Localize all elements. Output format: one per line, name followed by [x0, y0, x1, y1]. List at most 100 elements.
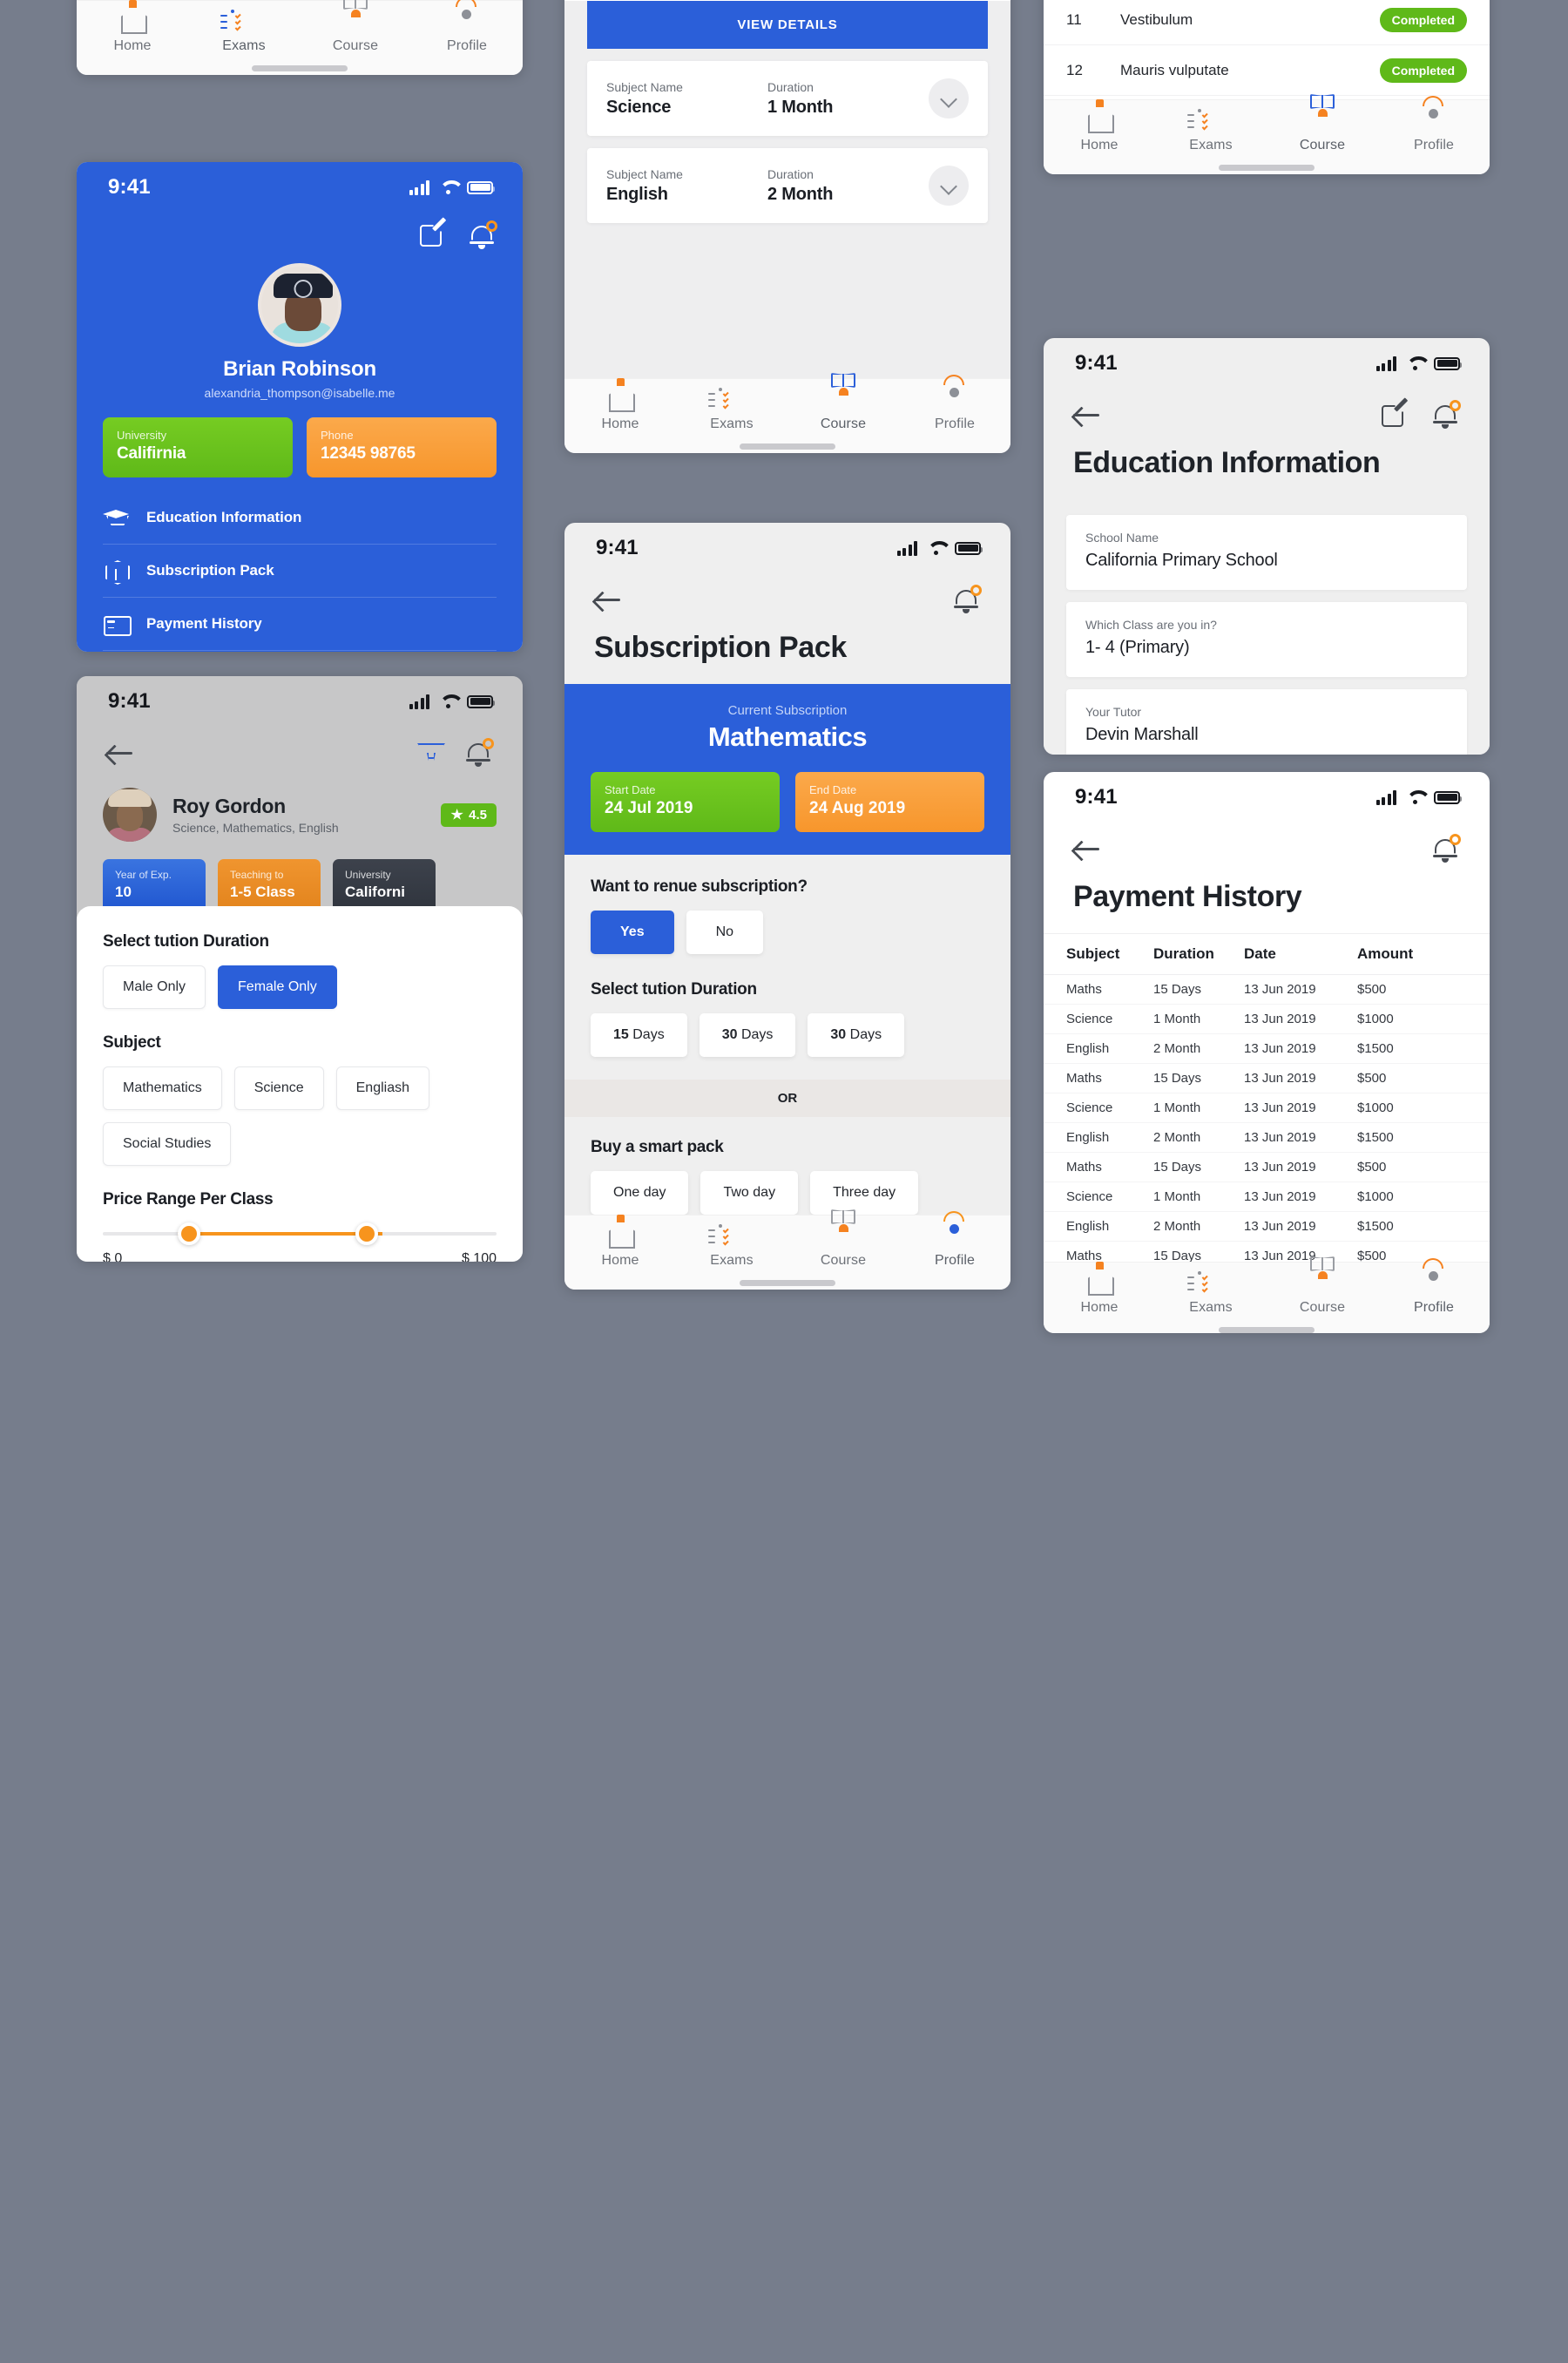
nav-item-exams[interactable]: Exams: [188, 10, 300, 54]
duration-unit: Days: [846, 1027, 882, 1042]
wifi-icon: [927, 541, 945, 555]
gender-option-row: Male Only Female Only: [103, 965, 497, 1009]
nav-item-exams[interactable]: Exams: [676, 1224, 787, 1269]
table-row[interactable]: 11 Vestibulum Completed: [1044, 0, 1490, 45]
dimmed-tutor-area: 9:41 Roy Gordon Science, Mathematics, En…: [77, 676, 523, 913]
nav-item-course[interactable]: Course: [1267, 1256, 1378, 1316]
edit-icon[interactable]: [1382, 397, 1409, 430]
current-subscription-hero: Current Subscription Mathematics Start D…: [564, 684, 1010, 855]
table-row[interactable]: English 2 Month 13 Jun 2019 $1500: [1044, 1123, 1490, 1153]
slider-knob-max[interactable]: [355, 1222, 378, 1245]
stat-label: Teaching to: [230, 869, 284, 881]
menu-item-subscription-pack[interactable]: Subscription Pack: [103, 545, 497, 598]
home-icon: [119, 10, 145, 34]
option-one-day[interactable]: One day: [591, 1171, 689, 1215]
cell-subject: Maths: [1066, 1160, 1102, 1175]
option-two-day[interactable]: Two day: [700, 1171, 799, 1215]
nav-item-course[interactable]: Course: [787, 373, 899, 432]
nav-item-profile[interactable]: Profile: [1378, 96, 1490, 153]
home-icon: [607, 1224, 633, 1249]
table-row[interactable]: Science 1 Month 13 Jun 2019 $1000: [1044, 1182, 1490, 1212]
back-icon[interactable]: [594, 590, 624, 611]
nav-item-home[interactable]: Home: [77, 10, 188, 54]
nav-item-home[interactable]: Home: [564, 1224, 676, 1269]
cell-subject: English: [1066, 1041, 1110, 1056]
notification-bell-icon[interactable]: [465, 738, 494, 768]
nav-item-profile[interactable]: Profile: [411, 0, 523, 54]
subject-card[interactable]: Subject Name English Duration 2 Month: [587, 148, 988, 223]
notification-bell-icon[interactable]: [469, 220, 497, 251]
notification-bell-icon[interactable]: [953, 585, 982, 615]
home-indicator: [740, 1280, 835, 1286]
table-row[interactable]: Maths 15 Days 13 Jun 2019 $500: [1044, 975, 1490, 1005]
course-icon: [830, 373, 856, 412]
field-school-name[interactable]: School Name California Primary School: [1066, 515, 1467, 590]
option-duration-30-days-b[interactable]: 30 Days: [808, 1013, 905, 1057]
subject-card[interactable]: Subject Name Science Duration 1 Month: [587, 61, 988, 136]
nav-item-course[interactable]: Course: [300, 0, 411, 54]
back-icon[interactable]: [106, 743, 136, 764]
home-icon: [1086, 109, 1112, 133]
option-male-only[interactable]: Male Only: [103, 965, 206, 1009]
subject-value: Science: [606, 97, 672, 117]
home-indicator: [1219, 1327, 1315, 1333]
option-duration-30-days-a[interactable]: 30 Days: [699, 1013, 796, 1057]
start-date-card: Start Date 24 Jul 2019: [591, 772, 780, 832]
stat-value: Californi: [345, 884, 405, 900]
chevron-down-icon[interactable]: [929, 78, 969, 118]
table-row[interactable]: 12 Mauris vulputate Completed: [1044, 45, 1490, 96]
option-science[interactable]: Science: [233, 1066, 324, 1110]
filter-icon[interactable]: [416, 741, 443, 766]
table-row[interactable]: English 2 Month 13 Jun 2019 $1500: [1044, 1034, 1490, 1064]
nav-item-course[interactable]: Course: [787, 1209, 899, 1269]
status-time: 9:41: [108, 175, 151, 199]
nav-item-home[interactable]: Home: [1044, 109, 1155, 153]
tutor-name: Roy Gordon: [172, 795, 286, 817]
nav-item-home[interactable]: Home: [564, 388, 676, 432]
back-icon[interactable]: [1073, 405, 1103, 426]
back-icon[interactable]: [1073, 839, 1103, 860]
menu-item-payment-history[interactable]: Payment History: [103, 598, 497, 651]
option-renew-yes[interactable]: Yes: [591, 911, 674, 954]
nav-item-exams[interactable]: Exams: [676, 388, 787, 432]
bottom-nav: Home Exams Course Profile: [1044, 94, 1490, 174]
option-female-only[interactable]: Female Only: [218, 965, 337, 1009]
cell-date: 13 Jun 2019: [1244, 1100, 1316, 1115]
notification-bell-icon[interactable]: [1432, 834, 1461, 864]
nav-item-profile[interactable]: Profile: [899, 1211, 1010, 1269]
nav-item-profile[interactable]: Profile: [1378, 1258, 1490, 1316]
slider-knob-min[interactable]: [178, 1222, 201, 1245]
field-tutor[interactable]: Your Tutor Devin Marshall: [1066, 689, 1467, 755]
menu-item-logout[interactable]: Logout: [103, 651, 497, 652]
option-renew-no[interactable]: No: [686, 911, 764, 954]
table-row[interactable]: Maths 15 Days 13 Jun 2019 $500: [1044, 1153, 1490, 1182]
status-bar: 9:41: [77, 162, 523, 213]
option-social-studies[interactable]: Social Studies: [103, 1122, 232, 1166]
notification-bell-icon[interactable]: [1432, 400, 1461, 430]
option-mathematics[interactable]: Mathematics: [103, 1066, 222, 1110]
option-three-day[interactable]: Three day: [810, 1171, 919, 1215]
view-details-button[interactable]: VIEW DETAILS: [587, 1, 988, 49]
option-engliash[interactable]: Engliash: [335, 1066, 429, 1110]
edit-icon[interactable]: [420, 217, 448, 249]
table-row[interactable]: Science 1 Month 13 Jun 2019 $1000: [1044, 1005, 1490, 1034]
price-range-slider[interactable]: $ 0 $ 100: [103, 1209, 497, 1262]
phone-screen-profile: 9:41 Brian Robinson alexandria_thompson@…: [77, 162, 523, 652]
column-header-amount: Amount: [1357, 945, 1414, 962]
nav-item-exams[interactable]: Exams: [1155, 1271, 1267, 1316]
table-row[interactable]: Maths 15 Days 13 Jun 2019 $500: [1044, 1064, 1490, 1093]
nav-item-profile[interactable]: Profile: [899, 375, 1010, 432]
nav-label: Exams: [1189, 1300, 1233, 1315]
nav-item-exams[interactable]: Exams: [1155, 109, 1267, 153]
field-class[interactable]: Which Class are you in? 1- 4 (Primary): [1066, 602, 1467, 677]
home-indicator: [1219, 165, 1315, 171]
home-indicator: [252, 65, 348, 71]
menu-item-education-information[interactable]: Education Information: [103, 491, 497, 545]
nav-item-home[interactable]: Home: [1044, 1271, 1155, 1316]
chevron-down-icon[interactable]: [929, 166, 969, 206]
table-row[interactable]: Science 1 Month 13 Jun 2019 $1000: [1044, 1093, 1490, 1123]
table-row[interactable]: English 2 Month 13 Jun 2019 $1500: [1044, 1212, 1490, 1242]
nav-item-course[interactable]: Course: [1267, 94, 1378, 153]
option-duration-15-days[interactable]: 15 Days: [591, 1013, 687, 1057]
battery-icon: [1434, 790, 1462, 804]
